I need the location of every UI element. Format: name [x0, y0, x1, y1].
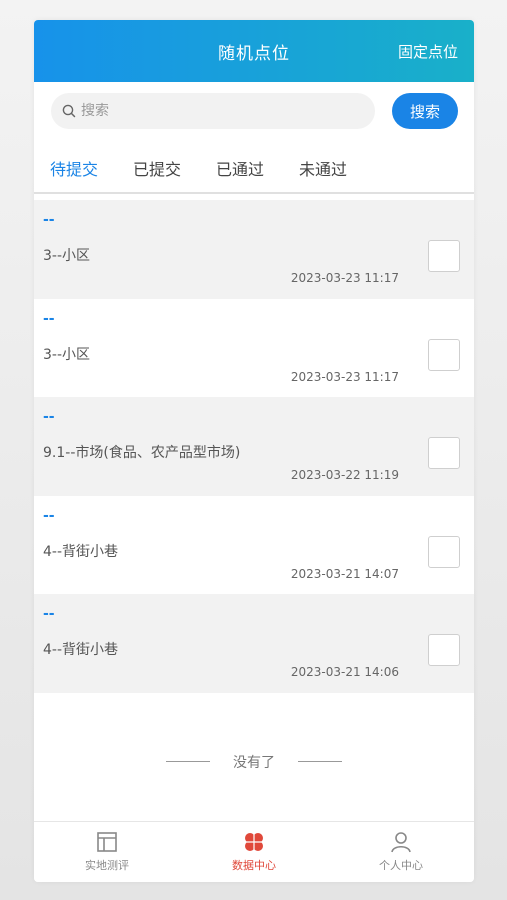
item-name: 3--小区 — [43, 248, 91, 264]
item-time: 2023-03-21 14:06 — [290, 665, 399, 680]
search-icon — [61, 103, 77, 119]
status-tabs: 待提交 已提交 已通过 未通过 — [34, 140, 474, 194]
list-item[interactable]: -- 3--小区 2023-03-23 11:17 — [34, 200, 474, 299]
search-box — [51, 93, 375, 129]
item-code: -- — [43, 507, 55, 524]
record-list: -- 3--小区 2023-03-23 11:17 -- 3--小区 2023-… — [34, 200, 474, 693]
person-icon — [351, 830, 451, 854]
item-code: -- — [43, 212, 55, 228]
nav-label: 实地测评 — [85, 859, 129, 872]
item-checkbox[interactable] — [428, 437, 460, 470]
item-code: -- — [43, 606, 55, 623]
search-input[interactable] — [81, 93, 361, 129]
data-center-icon — [204, 830, 304, 854]
tab-submitted[interactable]: 已提交 — [133, 156, 181, 180]
search-button[interactable]: 搜索 — [392, 93, 458, 129]
layout-icon — [57, 830, 157, 854]
nav-item-profile[interactable]: 个人中心 — [351, 830, 451, 880]
item-time: 2023-03-21 14:07 — [290, 566, 399, 581]
item-name: 4--背街小巷 — [43, 543, 119, 560]
header-bar: 随机点位 固定点位 — [34, 20, 474, 82]
list-item[interactable]: -- 9.1--市场(食品、农产品型市场) 2023-03-22 11:19 — [34, 397, 474, 496]
item-checkbox[interactable] — [428, 240, 460, 272]
item-code: -- — [43, 409, 55, 426]
item-checkbox[interactable] — [428, 338, 460, 371]
list-item[interactable]: -- 4--背街小巷 2023-03-21 14:06 — [34, 594, 474, 693]
list-item[interactable]: -- 4--背街小巷 2023-03-21 14:07 — [34, 495, 474, 595]
list-item[interactable]: -- 3--小区 2023-03-23 11:17 — [34, 298, 474, 398]
search-bar: 搜索 — [34, 82, 474, 140]
app-screen: 随机点位 固定点位 搜索 待提交 已提交 已通过 未通过 -- 3--小区 20… — [34, 20, 474, 882]
end-of-list-text: 没有了 — [233, 755, 275, 771]
bottom-nav: 实地测评 数据中心 个人中心 — [34, 821, 474, 882]
nav-item-data-center[interactable]: 数据中心 — [204, 830, 304, 880]
divider-right — [298, 761, 342, 762]
item-name: 3--小区 — [43, 346, 91, 363]
item-checkbox[interactable] — [428, 634, 460, 667]
nav-item-field-evaluation[interactable]: 实地测评 — [57, 830, 157, 880]
fixed-points-link[interactable]: 固定点位 — [398, 41, 458, 62]
item-name: 4--背街小巷 — [43, 642, 119, 659]
nav-label: 数据中心 — [232, 859, 276, 872]
item-time: 2023-03-23 11:17 — [290, 271, 399, 285]
nav-label: 个人中心 — [379, 859, 423, 872]
tab-approved[interactable]: 已通过 — [216, 156, 264, 180]
tab-rejected[interactable]: 未通过 — [299, 156, 347, 180]
item-code: -- — [43, 310, 55, 327]
item-time: 2023-03-22 11:19 — [290, 468, 399, 483]
end-of-list-note: 没有了 — [34, 752, 474, 772]
item-checkbox[interactable] — [428, 535, 460, 568]
item-time: 2023-03-23 11:17 — [290, 369, 399, 384]
tab-pending[interactable]: 待提交 — [50, 156, 98, 180]
item-name: 9.1--市场(食品、农产品型市场) — [43, 445, 241, 462]
